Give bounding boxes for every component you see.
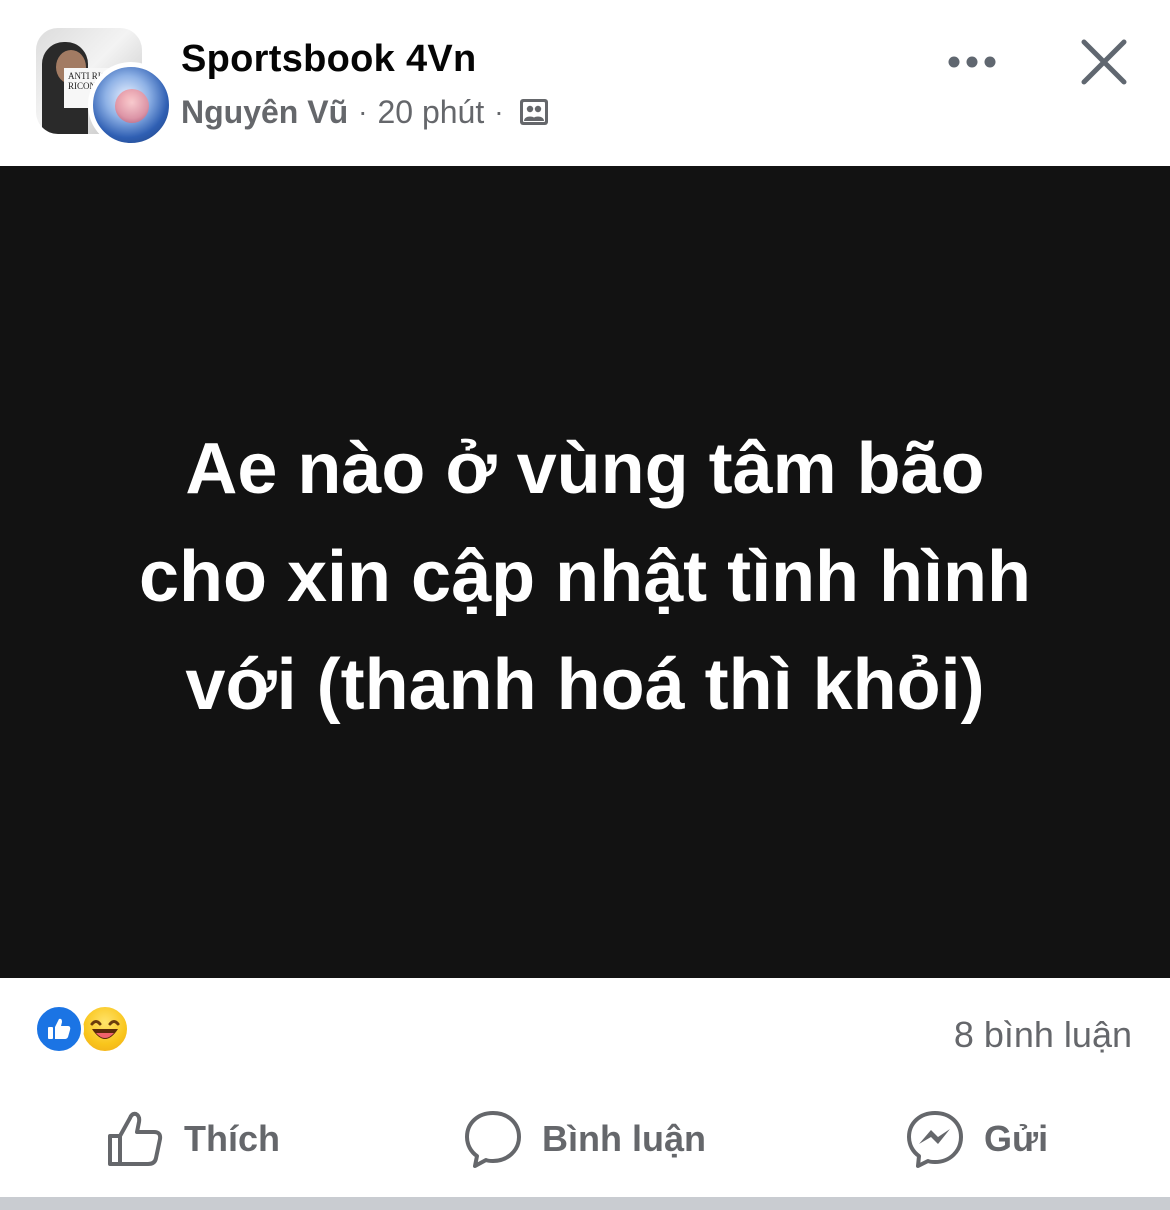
messenger-icon (907, 1111, 963, 1168)
like-icon (108, 1111, 163, 1166)
bottom-divider (0, 1197, 1170, 1210)
comment-button[interactable]: Bình luận (462, 1106, 706, 1172)
reaction-icons[interactable] (34, 1000, 144, 1054)
like-button-label: Thích (184, 1118, 280, 1159)
action-bar: Thích Bình luận Gửi (0, 1088, 1170, 1196)
group-audience-icon (519, 99, 548, 125)
haha-reaction-icon (80, 1004, 130, 1054)
post-text: Ae nào ở vùng tâm bão cho xin cập nhật t… (139, 429, 1031, 725)
author-avatar-art (115, 89, 149, 123)
post-meta: Nguyên Vũ · 20 phút · (181, 92, 550, 132)
like-button[interactable]: Thích (104, 1106, 280, 1172)
group-avatar-stack[interactable]: ANTI RIG RICON (36, 28, 174, 148)
send-button[interactable]: Gửi (904, 1106, 1048, 1172)
post-time[interactable]: 20 phút (377, 94, 484, 131)
meta-separator: · (358, 96, 368, 127)
author-name[interactable]: Nguyên Vũ (181, 94, 348, 131)
post-view: ANTI RIG RICON Sportsbook 4Vn Nguyên Vũ … (0, 0, 1170, 1210)
post-text-background[interactable]: Ae nào ở vùng tâm bão cho xin cập nhật t… (0, 166, 1170, 978)
comment-icon (465, 1111, 521, 1168)
more-options-icon[interactable] (940, 40, 1004, 84)
group-name[interactable]: Sportsbook 4Vn (181, 38, 477, 81)
reactions-summary: 8 bình luận (0, 978, 1170, 1088)
post-header: ANTI RIG RICON Sportsbook 4Vn Nguyên Vũ … (0, 0, 1170, 165)
send-button-label: Gửi (984, 1118, 1049, 1159)
meta-separator: · (494, 96, 504, 127)
like-reaction-icon (34, 1004, 84, 1054)
comment-button-label: Bình luận (542, 1118, 706, 1159)
comments-count[interactable]: 8 bình luận (954, 1014, 1132, 1056)
close-icon[interactable] (1076, 34, 1132, 90)
author-avatar[interactable] (88, 62, 174, 148)
